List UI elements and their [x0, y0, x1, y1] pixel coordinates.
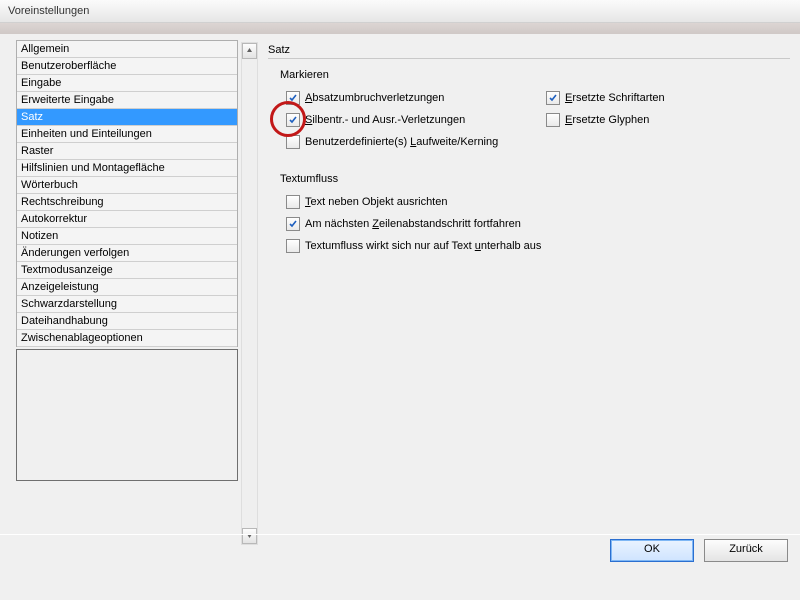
- window-title: Voreinstellungen: [8, 5, 89, 17]
- check-icon: [286, 113, 300, 127]
- checkbox-ersetzte-schriftarten[interactable]: Ersetzte Schriftarten: [546, 87, 665, 109]
- sidebar-item-1[interactable]: Benutzeroberfläche: [17, 58, 237, 75]
- button-label: Zurück: [729, 543, 763, 555]
- checkbox-label: Silbentr.- und Ausr.-Verletzungen: [305, 114, 465, 126]
- sidebar-scrollbar[interactable]: [241, 42, 258, 545]
- checkbox-silbentr-ausr-verletzungen[interactable]: Silbentr.- und Ausr.-Verletzungen: [286, 109, 546, 131]
- description-box: [16, 349, 238, 481]
- checkbox-textumfluss-unterhalb[interactable]: Textumfluss wirkt sich nur auf Text unte…: [286, 235, 790, 257]
- checkbox-ersetzte-glyphen[interactable]: Ersetzte Glyphen: [546, 109, 649, 131]
- sidebar-item-7[interactable]: Hilfslinien und Montagefläche: [17, 160, 237, 177]
- sidebar-item-8[interactable]: Wörterbuch: [17, 177, 237, 194]
- checkbox-label: Am nächsten Zeilenabstandschritt fortfah…: [305, 218, 521, 230]
- ok-button[interactable]: OK: [610, 539, 694, 562]
- checkbox-zeilenabstandschritt[interactable]: Am nächsten Zeilenabstandschritt fortfah…: [286, 213, 790, 235]
- checkbox-label: Absatzumbruchverletzungen: [305, 92, 444, 104]
- sidebar-item-17[interactable]: Zwischenablageoptionen: [17, 330, 237, 347]
- check-icon: [286, 239, 300, 253]
- scroll-up-button[interactable]: [242, 43, 257, 59]
- checkbox-label: Textumfluss wirkt sich nur auf Text unte…: [305, 240, 541, 252]
- sidebar-item-6[interactable]: Raster: [17, 143, 237, 160]
- page-title: Satz: [268, 44, 790, 56]
- checkbox-text-neben-objekt[interactable]: Text neben Objekt ausrichten: [286, 191, 790, 213]
- sidebar-item-12[interactable]: Änderungen verfolgen: [17, 245, 237, 262]
- checkbox-label: Benutzerdefinierte(s) Laufweite/Kerning: [305, 136, 498, 148]
- check-icon: [286, 195, 300, 209]
- checkbox-laufweite-kerning[interactable]: Benutzerdefinierte(s) Laufweite/Kerning: [286, 131, 498, 153]
- sidebar-item-11[interactable]: Notizen: [17, 228, 237, 245]
- sidebar-item-3[interactable]: Erweiterte Eingabe: [17, 92, 237, 109]
- sidebar-item-13[interactable]: Textmodusanzeige: [17, 262, 237, 279]
- group-textumfluss-title: Textumfluss: [280, 173, 790, 185]
- sidebar-item-16[interactable]: Dateihandhabung: [17, 313, 237, 330]
- check-icon: [286, 135, 300, 149]
- sidebar-item-10[interactable]: Autokorrektur: [17, 211, 237, 228]
- toolbar-blur: [0, 23, 800, 34]
- check-icon: [546, 113, 560, 127]
- check-icon: [286, 217, 300, 231]
- group-markieren-title: Markieren: [280, 69, 790, 81]
- back-button[interactable]: Zurück: [704, 539, 788, 562]
- checkbox-label: Ersetzte Schriftarten: [565, 92, 665, 104]
- sidebar-item-4[interactable]: Satz: [17, 109, 237, 126]
- window-titlebar: Voreinstellungen: [0, 0, 800, 23]
- sidebar-item-5[interactable]: Einheiten und Einteilungen: [17, 126, 237, 143]
- sidebar-item-9[interactable]: Rechtschreibung: [17, 194, 237, 211]
- sidebar-item-2[interactable]: Eingabe: [17, 75, 237, 92]
- check-icon: [286, 91, 300, 105]
- divider: [268, 58, 790, 59]
- checkbox-absatzumbruchverletzungen[interactable]: Absatzumbruchverletzungen: [286, 87, 546, 109]
- sidebar-item-0[interactable]: Allgemein: [17, 41, 237, 58]
- checkbox-label: Text neben Objekt ausrichten: [305, 196, 447, 208]
- category-list: AllgemeinBenutzeroberflächeEingabeErweit…: [16, 40, 238, 347]
- check-icon: [546, 91, 560, 105]
- sidebar-item-15[interactable]: Schwarzdarstellung: [17, 296, 237, 313]
- sidebar-item-14[interactable]: Anzeigeleistung: [17, 279, 237, 296]
- checkbox-label: Ersetzte Glyphen: [565, 114, 649, 126]
- button-label: OK: [644, 543, 660, 555]
